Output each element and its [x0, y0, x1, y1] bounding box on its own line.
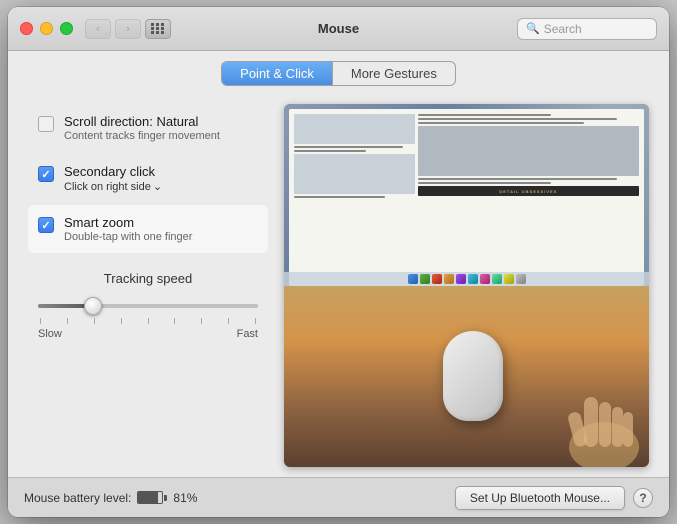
- battery-percent: 81%: [173, 491, 197, 505]
- traffic-lights: ✕ − +: [20, 22, 73, 35]
- dock-icon-2: [420, 274, 430, 284]
- battery-tip: [164, 495, 167, 501]
- window-title: Mouse: [318, 21, 359, 36]
- tracking-section: Tracking speed: [28, 271, 268, 340]
- tab-more-gestures[interactable]: More Gestures: [333, 62, 455, 85]
- preview-panel: DETAIL OBSESSIVES: [284, 104, 649, 467]
- mag-img-2: [294, 154, 415, 194]
- mag-img-1: [294, 114, 415, 144]
- grid-view-button[interactable]: [145, 19, 171, 39]
- grid-icon: [151, 23, 165, 34]
- secondary-click-title: Secondary click: [64, 164, 162, 179]
- mag-header: DETAIL OBSESSIVES: [418, 186, 639, 196]
- scroll-direction-text: Scroll direction: Natural Content tracks…: [64, 114, 220, 142]
- battery-section: Mouse battery level: 81%: [24, 491, 197, 505]
- system-preferences-window: ✕ − + ‹ › Mouse 🔍 Search: [8, 7, 669, 517]
- dock-icon-5: [456, 274, 466, 284]
- mag-header-text: DETAIL OBSESSIVES: [499, 189, 557, 194]
- tick-6: [174, 318, 175, 324]
- scroll-direction-title: Scroll direction: Natural: [64, 114, 220, 129]
- smart-zoom-subtitle: Double-tap with one finger: [64, 231, 192, 243]
- tick-7: [201, 318, 202, 324]
- tick-9: [255, 318, 256, 324]
- bottom-right: Set Up Bluetooth Mouse... ?: [455, 486, 653, 510]
- tick-1: [40, 318, 41, 324]
- secondary-click-option: ✓ Secondary click Click on right side ⌄: [28, 154, 268, 203]
- magazine-page: DETAIL OBSESSIVES: [289, 109, 644, 286]
- dock-icon-3: [432, 274, 442, 284]
- mag-text-8: [418, 182, 551, 184]
- help-button[interactable]: ?: [633, 488, 653, 508]
- main-content: Scroll direction: Natural Content tracks…: [8, 94, 669, 477]
- slider-fast-label: Fast: [237, 328, 258, 340]
- tracking-slider-container: [38, 296, 258, 316]
- bluetooth-setup-button[interactable]: Set Up Bluetooth Mouse...: [455, 486, 625, 510]
- checkbox-unchecked-icon: [38, 116, 54, 132]
- preview-screenshot-bottom: [284, 286, 649, 468]
- slider-ticks: [38, 318, 258, 324]
- left-panel: Scroll direction: Natural Content tracks…: [28, 104, 268, 467]
- smart-zoom-title: Smart zoom: [64, 215, 192, 230]
- mouse-shape: [443, 331, 503, 421]
- tick-8: [228, 318, 229, 324]
- battery-label: Mouse battery level:: [24, 491, 131, 505]
- nav-buttons: ‹ ›: [85, 19, 141, 39]
- tab-group: Point & Click More Gestures: [221, 61, 456, 86]
- secondary-click-checkbox[interactable]: ✓: [38, 166, 54, 182]
- forward-button[interactable]: ›: [115, 19, 141, 39]
- titlebar: ✕ − + ‹ › Mouse 🔍 Search: [8, 7, 669, 51]
- preview-screenshot-top: DETAIL OBSESSIVES: [284, 104, 649, 286]
- hand-icon: [529, 367, 649, 467]
- tick-4: [121, 318, 122, 324]
- dock-icon-1: [408, 274, 418, 284]
- search-icon: 🔍: [526, 22, 540, 35]
- battery-icon: [137, 491, 167, 504]
- dock-icon-8: [492, 274, 502, 284]
- slider-track: [38, 304, 258, 308]
- tab-point-and-click[interactable]: Point & Click: [222, 62, 332, 85]
- dock-icon-9: [504, 274, 514, 284]
- slider-labels: Slow Fast: [38, 328, 258, 340]
- scroll-direction-subtitle: Content tracks finger movement: [64, 130, 220, 142]
- mag-text-3: [294, 196, 385, 198]
- checkbox-checked-icon: ✓: [38, 166, 54, 182]
- secondary-click-text: Secondary click Click on right side ⌄: [64, 164, 162, 193]
- tracking-label: Tracking speed: [38, 271, 258, 286]
- tick-3: [94, 318, 95, 324]
- mag-text-7: [418, 178, 617, 180]
- checkbox-checked-icon-2: ✓: [38, 217, 54, 233]
- close-button[interactable]: ✕: [20, 22, 33, 35]
- tabs-row: Point & Click More Gestures: [8, 51, 669, 94]
- dock-bar: [284, 272, 649, 286]
- battery-body: [137, 491, 163, 504]
- battery-fill: [138, 492, 157, 503]
- tick-5: [148, 318, 149, 324]
- mag-text-5: [418, 118, 617, 120]
- tick-2: [67, 318, 68, 324]
- smart-zoom-option: ✓ Smart zoom Double-tap with one finger: [28, 205, 268, 253]
- mag-img-3: [418, 126, 639, 176]
- dock-icon-6: [468, 274, 478, 284]
- secondary-click-dropdown[interactable]: Click on right side ⌄: [64, 180, 162, 193]
- search-box[interactable]: 🔍 Search: [517, 18, 657, 40]
- minimize-button[interactable]: −: [40, 22, 53, 35]
- mag-text-2: [294, 150, 366, 152]
- smart-zoom-checkbox[interactable]: ✓: [38, 217, 54, 233]
- scroll-direction-checkbox[interactable]: [38, 116, 54, 132]
- preview-image: DETAIL OBSESSIVES: [284, 104, 649, 467]
- slider-slow-label: Slow: [38, 328, 62, 340]
- back-button[interactable]: ‹: [85, 19, 111, 39]
- dock-icon-10: [516, 274, 526, 284]
- maximize-button[interactable]: +: [60, 22, 73, 35]
- dock-icon-4: [444, 274, 454, 284]
- search-input[interactable]: Search: [544, 22, 648, 36]
- smart-zoom-text: Smart zoom Double-tap with one finger: [64, 215, 192, 243]
- bottom-bar: Mouse battery level: 81% Set Up Bluetoot…: [8, 477, 669, 517]
- dock-icon-7: [480, 274, 490, 284]
- mag-text-1: [294, 146, 403, 148]
- slider-thumb[interactable]: [84, 297, 102, 315]
- mag-text-4: [418, 114, 551, 116]
- mag-text-6: [418, 122, 584, 124]
- scroll-direction-option: Scroll direction: Natural Content tracks…: [28, 104, 268, 152]
